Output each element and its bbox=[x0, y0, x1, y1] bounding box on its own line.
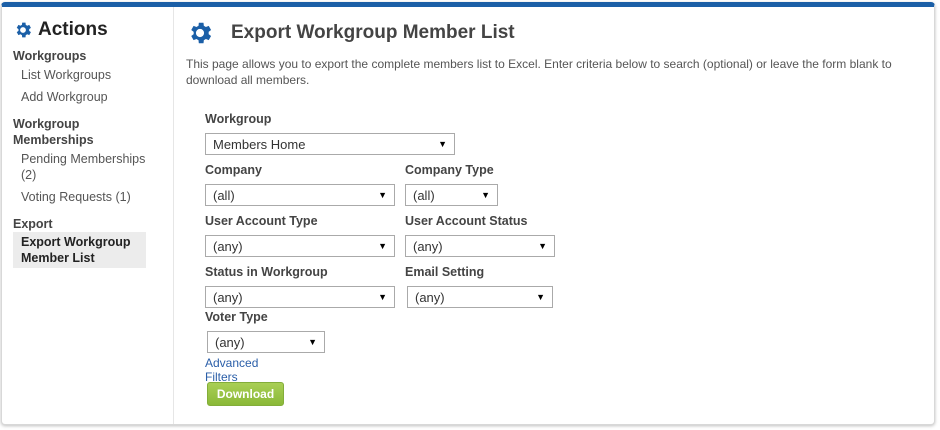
company-value: (all) bbox=[213, 187, 235, 203]
workgroup-label: Workgroup bbox=[205, 112, 272, 126]
company-type-select[interactable]: (all) ▼ bbox=[405, 184, 498, 206]
workgroup-value: Members Home bbox=[213, 136, 306, 152]
page-title: Export Workgroup Member List bbox=[231, 22, 515, 43]
advanced-filters-link[interactable]: Advanced Filters bbox=[205, 356, 258, 384]
sidebar: Actions Workgroups List Workgroups Add W… bbox=[2, 7, 174, 424]
caret-down-icon: ▼ bbox=[438, 139, 447, 149]
sidebar-title: Actions bbox=[38, 19, 108, 40]
caret-down-icon: ▼ bbox=[308, 337, 317, 347]
email-setting-field: Email Setting (any) ▼ bbox=[405, 265, 553, 308]
company-type-value: (all) bbox=[413, 187, 435, 203]
user-account-type-value: (any) bbox=[213, 238, 243, 254]
main-content: Export Workgroup Member List This page a… bbox=[186, 7, 934, 424]
company-select[interactable]: (all) ▼ bbox=[205, 184, 395, 206]
voter-type-select[interactable]: (any) ▼ bbox=[207, 331, 325, 353]
email-setting-value: (any) bbox=[415, 289, 445, 305]
sidebar-heading-memberships: Workgroup Memberships bbox=[13, 117, 94, 147]
workgroup-select[interactable]: Members Home ▼ bbox=[205, 133, 455, 155]
workgroup-field: Workgroup Members Home ▼ bbox=[205, 112, 455, 155]
sidebar-item-voting-requests[interactable]: Voting Requests (1) bbox=[13, 186, 146, 208]
page-description: This page allows you to export the compl… bbox=[186, 57, 892, 87]
user-account-type-field: User Account Type (any) ▼ bbox=[205, 214, 395, 257]
status-in-workgroup-select[interactable]: (any) ▼ bbox=[205, 286, 395, 308]
user-account-status-value: (any) bbox=[413, 238, 443, 254]
caret-down-icon: ▼ bbox=[481, 190, 490, 200]
caret-down-icon: ▼ bbox=[378, 190, 387, 200]
user-account-status-field: User Account Status (any) ▼ bbox=[405, 214, 555, 257]
gear-icon bbox=[16, 22, 31, 38]
user-account-type-select[interactable]: (any) ▼ bbox=[205, 235, 395, 257]
company-label: Company bbox=[205, 163, 262, 177]
caret-down-icon: ▼ bbox=[378, 241, 387, 251]
status-in-workgroup-label: Status in Workgroup bbox=[205, 265, 328, 279]
sidebar-header: Actions bbox=[13, 19, 173, 41]
status-in-workgroup-value: (any) bbox=[213, 289, 243, 305]
app-frame: Actions Workgroups List Workgroups Add W… bbox=[1, 2, 935, 425]
sidebar-heading-workgroups: Workgroups bbox=[13, 49, 87, 63]
sidebar-heading-export: Export bbox=[13, 217, 53, 231]
status-in-workgroup-field: Status in Workgroup (any) ▼ bbox=[205, 265, 395, 308]
sidebar-item-pending-memberships[interactable]: Pending Memberships (2) bbox=[13, 148, 146, 186]
user-account-type-label: User Account Type bbox=[205, 214, 318, 228]
user-account-status-label: User Account Status bbox=[405, 214, 528, 228]
sidebar-item-export-member-list[interactable]: Export Workgroup Member List bbox=[13, 232, 146, 268]
caret-down-icon: ▼ bbox=[536, 292, 545, 302]
page-header: Export Workgroup Member List bbox=[186, 19, 934, 47]
voter-type-label: Voter Type bbox=[205, 310, 268, 324]
company-type-label: Company Type bbox=[405, 163, 494, 177]
user-account-status-select[interactable]: (any) ▼ bbox=[405, 235, 555, 257]
gear-icon bbox=[191, 22, 212, 44]
caret-down-icon: ▼ bbox=[538, 241, 547, 251]
email-setting-select[interactable]: (any) ▼ bbox=[407, 286, 553, 308]
sidebar-item-add-workgroup[interactable]: Add Workgroup bbox=[13, 86, 146, 108]
company-field: Company (all) ▼ bbox=[205, 163, 395, 206]
company-type-field: Company Type (all) ▼ bbox=[405, 163, 498, 206]
download-button[interactable]: Download bbox=[207, 382, 284, 406]
voter-type-field: Voter Type (any) ▼ bbox=[205, 310, 325, 353]
email-setting-label: Email Setting bbox=[405, 265, 485, 279]
sidebar-item-list-workgroups[interactable]: List Workgroups bbox=[13, 64, 146, 86]
caret-down-icon: ▼ bbox=[378, 292, 387, 302]
voter-type-value: (any) bbox=[215, 334, 245, 350]
